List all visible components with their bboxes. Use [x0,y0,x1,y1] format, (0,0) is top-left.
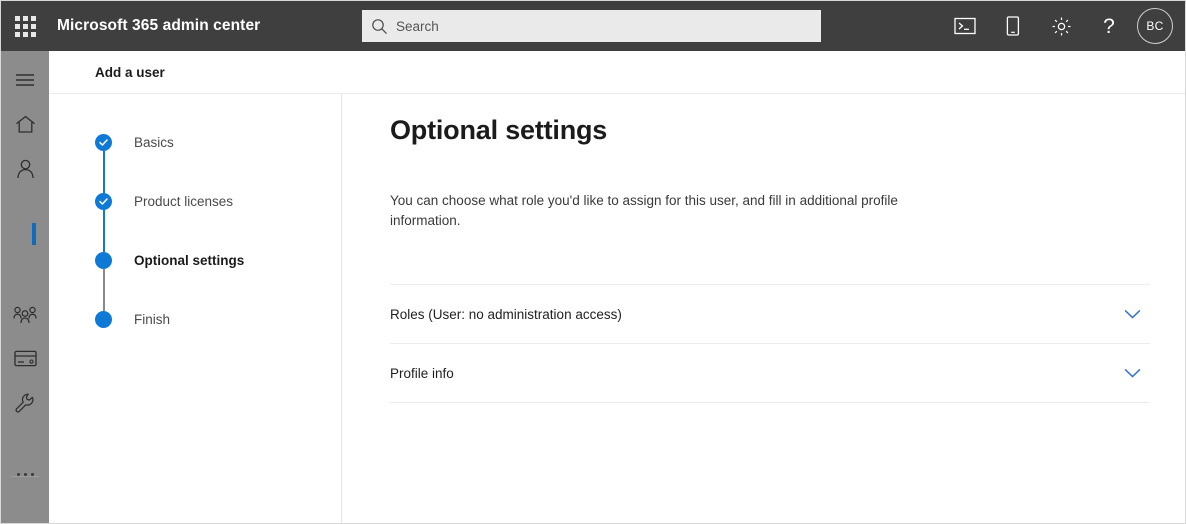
console-icon[interactable] [941,1,989,51]
sidebar-item-teams-groups[interactable] [1,295,49,334]
wizard-step-optional-settings[interactable]: Optional settings [95,252,244,311]
step-connector [103,151,105,193]
wizard-step-basics[interactable]: Basics [95,134,244,193]
avatar[interactable]: BC [1137,8,1173,44]
sidebar-item-users[interactable] [1,149,49,188]
main-content: Optional settings You can choose what ro… [343,94,1185,523]
sidebar-item-show-all[interactable] [1,455,49,494]
wizard-steps-panel: Basics Product licenses Optional setting… [49,94,342,523]
wizard-step-label: Product licenses [134,194,234,209]
app-launcher-button[interactable] [1,1,49,51]
content-description: You can choose what role you'd like to a… [390,193,898,228]
wizard-step-finish[interactable]: Finish [95,311,244,337]
step-upcoming-icon [95,311,112,328]
global-search[interactable] [362,10,821,42]
chevron-down-icon[interactable] [1120,361,1144,385]
expandable-sections: Roles (User: no administration access) P… [390,284,1150,403]
help-glyph: ? [1103,14,1115,38]
section-title: Roles (User: no administration access) [390,306,622,322]
section-title: Profile info [390,365,454,381]
wizard-step-label: Finish [134,312,171,327]
section-roles[interactable]: Roles (User: no administration access) [390,285,1150,344]
hamburger-menu-icon [16,73,34,86]
step-connector [103,210,105,252]
sidebar-item-menu[interactable] [1,60,49,99]
chevron-down-icon[interactable] [1120,302,1144,326]
wizard-step-label: Basics [134,135,174,150]
billing-card-icon [13,350,37,367]
step-completed-icon [95,134,112,151]
home-icon [15,115,35,133]
search-input[interactable] [396,11,796,41]
step-marker [95,193,113,252]
step-marker [95,252,113,311]
gear-icon[interactable] [1037,1,1085,51]
wizard-step-label: Optional settings [134,253,245,268]
show-all-ellipsis-icon [16,473,34,476]
search-icon [362,18,396,35]
wizard-step-product-licenses[interactable]: Product licenses [95,193,244,252]
page-header: Add a user [49,51,1185,94]
sidebar-item-billing[interactable] [1,339,49,378]
step-completed-icon [95,193,112,210]
left-nav-rail [1,51,49,523]
sidebar-item-home[interactable] [1,105,49,144]
waffle-icon [14,15,36,37]
admin-center-window: Microsoft 365 admin center Search ? BC A… [0,0,1186,524]
step-marker [95,134,113,193]
wizard-steps-list: Basics Product licenses Optional setting… [95,134,244,337]
setup-wrench-icon [15,393,34,413]
page-title: Add a user [95,64,165,80]
content-heading: Optional settings [390,115,608,145]
help-icon[interactable]: ? [1085,1,1133,51]
active-page-indicator [32,223,36,245]
user-icon [16,159,34,178]
top-bar-actions: ? BC [941,1,1185,51]
teams-groups-icon [13,306,37,323]
sidebar-item-setup[interactable] [1,383,49,422]
step-marker [95,311,113,329]
suite-title: Microsoft 365 admin center [57,17,261,34]
step-connector [103,269,105,311]
section-profile-info[interactable]: Profile info [390,344,1150,403]
suite-top-bar: Microsoft 365 admin center Search ? BC [1,1,1185,51]
step-current-icon [95,252,112,269]
mobile-device-icon[interactable] [989,1,1037,51]
